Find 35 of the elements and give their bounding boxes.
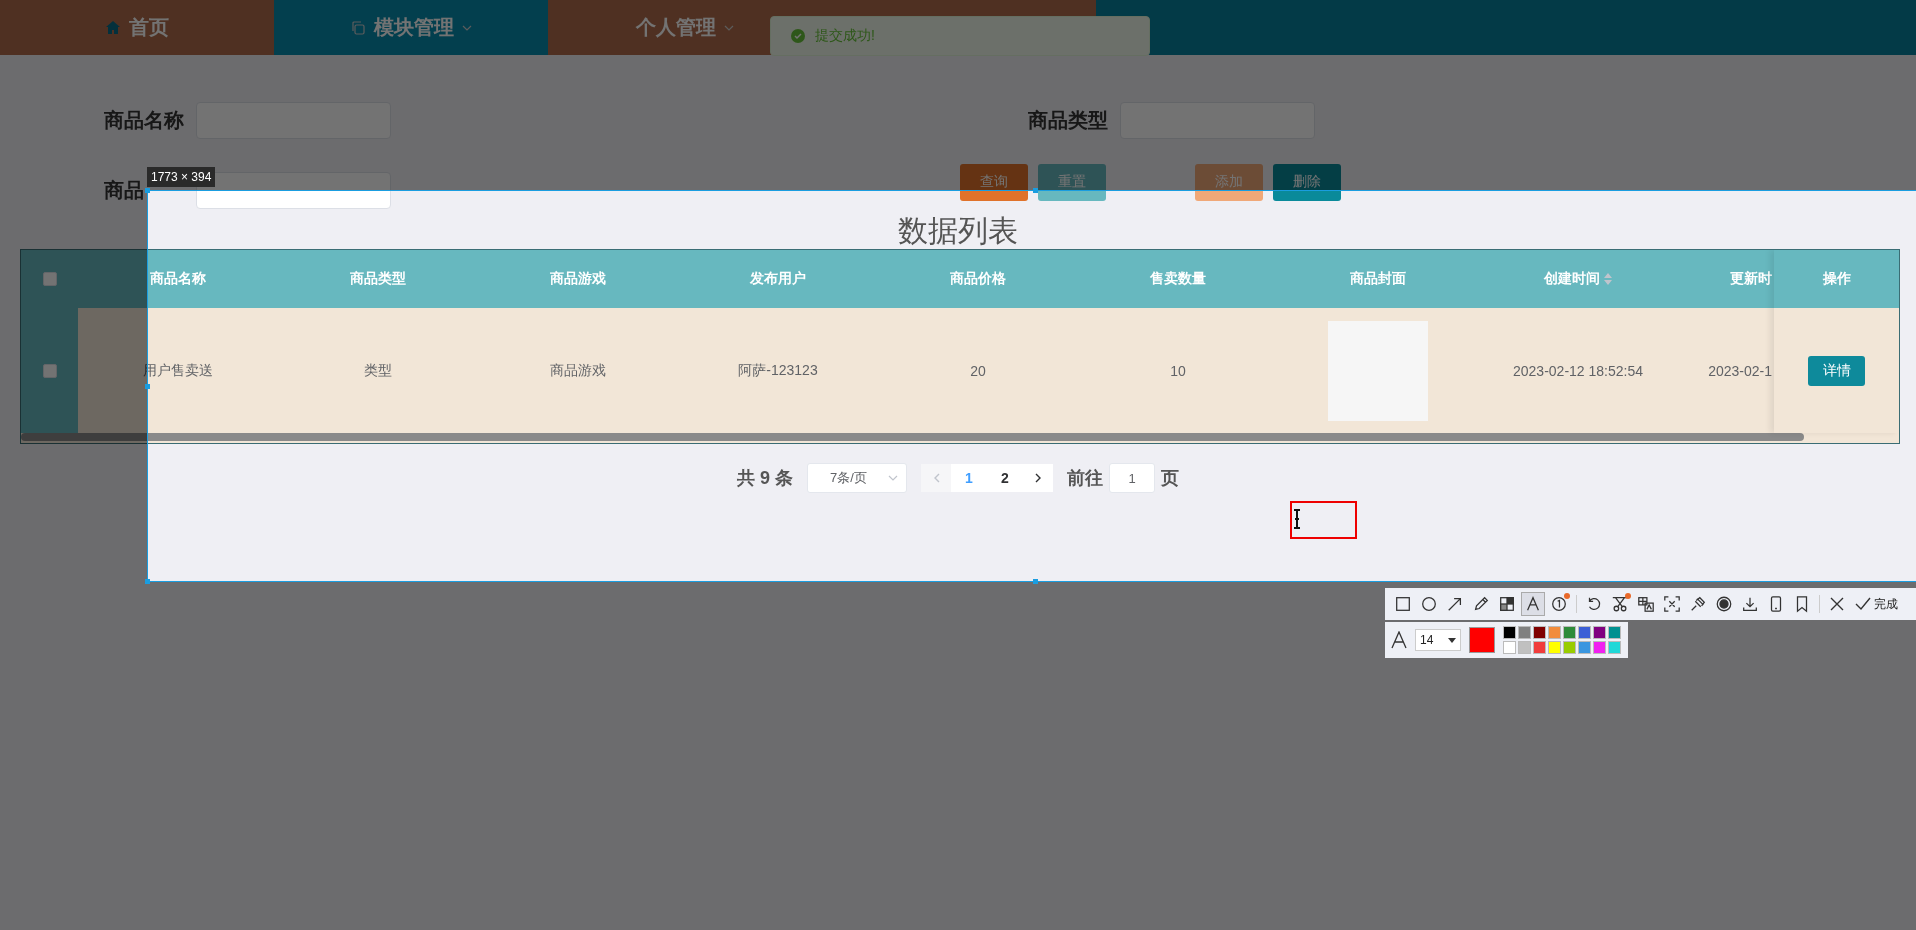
column-header: 创建时间 bbox=[1544, 270, 1600, 288]
table-cell: 10 bbox=[1170, 362, 1186, 379]
table-cell: 商品游戏 bbox=[550, 361, 606, 380]
column-header: 商品价格 bbox=[950, 270, 1006, 288]
done-button[interactable]: 完成 bbox=[1851, 595, 1902, 613]
nav-tab[interactable]: 模块管理 bbox=[274, 0, 548, 55]
query-button[interactable]: 查询 bbox=[960, 163, 1028, 201]
column-header: 商品封面 bbox=[1350, 270, 1406, 288]
font-size-select[interactable]: 14 bbox=[1415, 629, 1461, 651]
column-header: 商品名称 bbox=[150, 270, 206, 288]
page-input[interactable]: 1 bbox=[1109, 463, 1155, 493]
table-cell: 2023-02-1 bbox=[1708, 362, 1772, 379]
column-header: 售卖数量 bbox=[1150, 270, 1206, 288]
nav-tab[interactable]: 首页 bbox=[0, 0, 274, 55]
table-cell: 阿萨-123123 bbox=[738, 361, 818, 380]
table-cell: 20 bbox=[970, 362, 986, 379]
column-header: 商品类型 bbox=[350, 270, 406, 288]
table-cell: 类型 bbox=[364, 361, 392, 380]
field-label: 商品 bbox=[104, 178, 144, 201]
goto-label: 前往 bbox=[1067, 467, 1103, 490]
reset-button[interactable]: 重置 bbox=[1038, 163, 1106, 201]
delete-button[interactable]: 删除 bbox=[1273, 163, 1341, 201]
column-header: 商品游戏 bbox=[550, 270, 606, 288]
selection-size-label: 1773 × 394 bbox=[147, 167, 216, 187]
field-label: 商品名称 bbox=[104, 107, 185, 133]
page-size-select[interactable]: 7条/页 bbox=[807, 463, 907, 493]
field-label: 商品类型 bbox=[1028, 107, 1109, 133]
table-title: 数据列表 bbox=[897, 213, 1019, 249]
table-cell: 2023-02-12 18:52:54 bbox=[1513, 362, 1643, 379]
page-suffix: 页 bbox=[1161, 467, 1179, 490]
column-header: 更新时 bbox=[1730, 270, 1772, 288]
detail-button[interactable]: 详情 bbox=[1808, 355, 1865, 386]
column-header: 操作 bbox=[1774, 250, 1899, 308]
total-count: 共 9 条 bbox=[737, 467, 793, 490]
column-header: 发布用户 bbox=[750, 270, 806, 288]
